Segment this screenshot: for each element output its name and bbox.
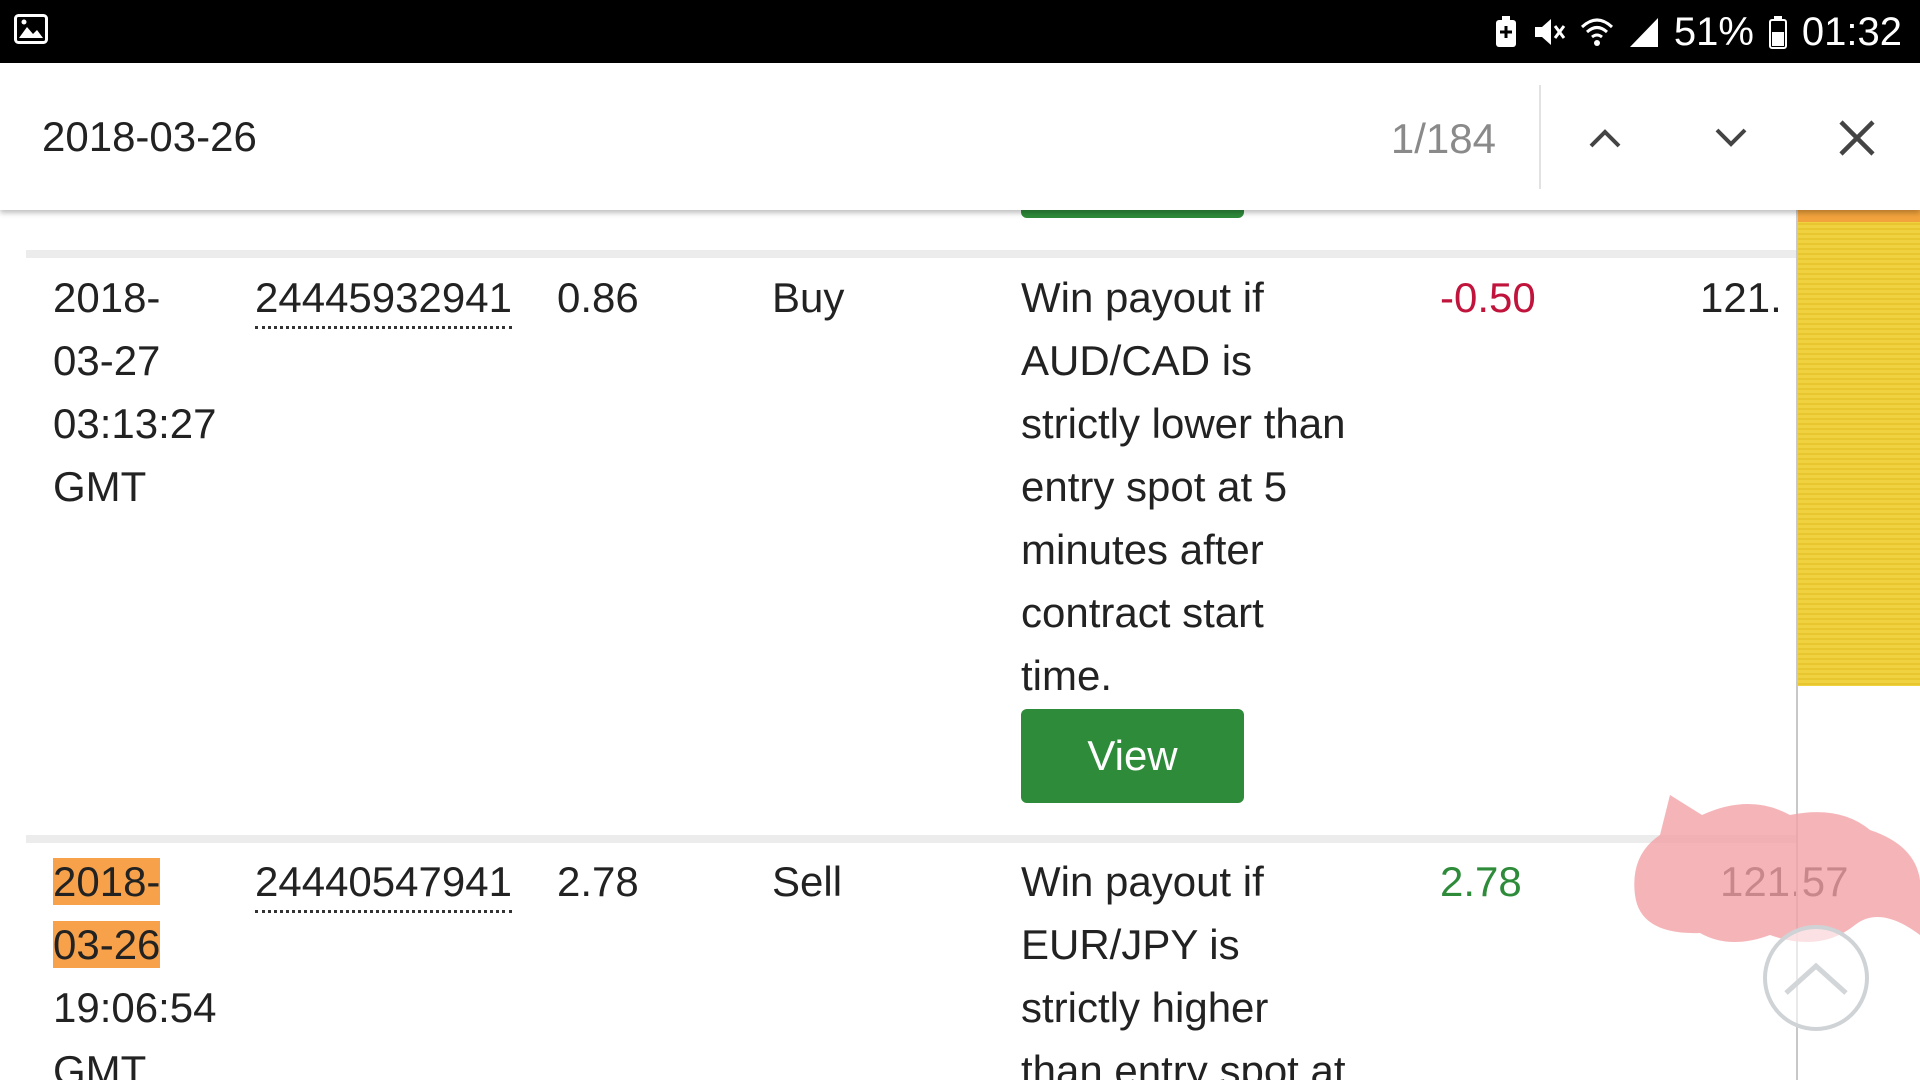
description-line: AUD/CAD is: [1021, 337, 1253, 384]
gallery-icon: [14, 14, 48, 44]
timezone-line: GMT: [53, 463, 147, 510]
battery-saver-icon: [1495, 16, 1516, 47]
close-find-button[interactable]: [1822, 103, 1892, 173]
time-line: 03:13:27: [53, 400, 217, 447]
chevron-up-icon: [1589, 129, 1621, 148]
buy-price-cell: 0.86: [557, 274, 639, 321]
description-line: entry spot at 5: [1021, 463, 1288, 510]
date-cell: 2018- 03-26 19:06:54 GMT: [53, 850, 253, 1080]
match-count: 1/184: [1390, 115, 1496, 162]
profit-loss-cell: 2.78: [1440, 858, 1522, 905]
battery-percent: 51%: [1673, 9, 1754, 54]
description-line: EUR/JPY is: [1021, 921, 1240, 968]
battery-icon: [1768, 16, 1787, 49]
previous-match-button[interactable]: [1570, 103, 1640, 173]
status-bar: 51% 01:32: [0, 0, 1920, 63]
contract-type-cell: Sell: [772, 858, 843, 905]
date-line: 2018-: [53, 274, 161, 321]
row-separator: [26, 250, 1796, 258]
ref-link[interactable]: 24445932941: [255, 270, 512, 329]
view-button[interactable]: [1021, 210, 1244, 218]
scrollbar-thumb-cap: [1798, 210, 1920, 222]
chevron-down-icon: [1715, 128, 1747, 147]
description-line: minutes after: [1021, 526, 1264, 573]
description-line: than entry spot at: [1021, 1047, 1346, 1080]
view-button[interactable]: View: [1021, 709, 1244, 803]
date-cell: 2018- 03-27 03:13:27 GMT: [53, 266, 253, 518]
description-line: strictly higher: [1021, 984, 1269, 1031]
date-line: 03-27: [53, 337, 161, 384]
ref-cell[interactable]: 24445932941: [255, 266, 512, 329]
wifi-icon: [1580, 18, 1613, 46]
balance-cell: 121.57: [1720, 858, 1849, 905]
find-in-page-bar: 2018-03-26 1/184: [0, 63, 1920, 210]
profit-loss-cell: -0.50: [1440, 274, 1536, 321]
ref-link[interactable]: 24440547941: [255, 854, 512, 913]
timezone-line: GMT: [53, 1047, 147, 1080]
clock: 01:32: [1801, 9, 1902, 54]
scrollbar-thumb[interactable]: [1798, 210, 1920, 686]
next-match-button[interactable]: [1696, 103, 1766, 173]
time-line: 19:06:54: [53, 984, 217, 1031]
description-line: contract start: [1021, 589, 1264, 636]
description-line: Win payout if: [1021, 274, 1264, 321]
search-match-highlight: 03-26: [53, 921, 161, 968]
balance-cell: 121.: [1700, 274, 1782, 321]
mute-icon: [1534, 19, 1566, 45]
ref-cell[interactable]: 24440547941: [255, 850, 512, 913]
close-icon: [1839, 120, 1875, 156]
row-separator: [26, 835, 1796, 843]
description-line: strictly lower than: [1021, 400, 1346, 447]
contract-type-cell: Buy: [772, 274, 845, 321]
back-to-top-button[interactable]: [1763, 925, 1869, 1031]
divider: [1539, 85, 1541, 189]
description-cell: Win payout if AUD/CAD is strictly lower …: [1021, 266, 1381, 707]
signal-icon: [1629, 18, 1658, 47]
find-input[interactable]: 2018-03-26: [42, 113, 257, 161]
statement-table: 2018- 03-27 03:13:27 GMT 24445932941 0.8…: [0, 210, 1920, 1080]
description-cell: Win payout if EUR/JPY is strictly higher…: [1021, 850, 1381, 1080]
description-line: time.: [1021, 652, 1113, 699]
buy-price-cell: 2.78: [557, 858, 639, 905]
search-match-highlight: 2018-: [53, 858, 161, 905]
chevron-up-icon: [1784, 962, 1848, 995]
description-line: Win payout if: [1021, 858, 1264, 905]
